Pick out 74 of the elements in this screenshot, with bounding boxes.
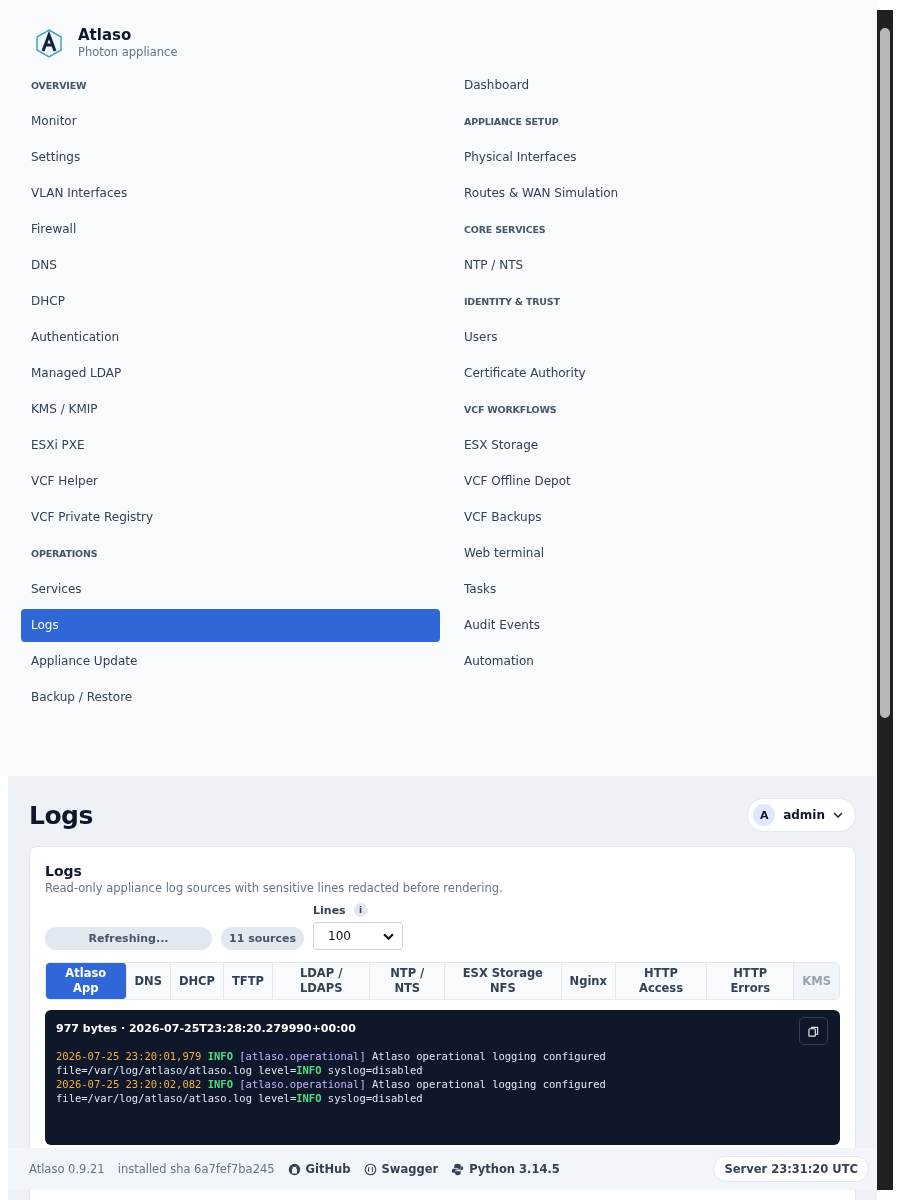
brand-subtitle: Photon appliance bbox=[78, 45, 178, 59]
chevron-down-icon bbox=[833, 812, 843, 818]
swagger-icon bbox=[363, 1162, 377, 1176]
nav-item[interactable]: Web terminal bbox=[454, 536, 874, 570]
page-title: Logs bbox=[29, 800, 93, 830]
brand-name: Atlaso bbox=[78, 26, 133, 44]
user-menu-button[interactable]: A admin bbox=[747, 798, 856, 832]
card-title: Logs bbox=[45, 863, 83, 879]
nav-section-heading: OVERVIEW bbox=[30, 79, 87, 91]
footer-link[interactable]: Swagger bbox=[363, 1162, 439, 1176]
nav-item[interactable]: Authentication bbox=[21, 320, 453, 354]
info-icon[interactable]: i bbox=[353, 903, 368, 917]
log-source-tab[interactable]: HTTP Access bbox=[615, 963, 708, 999]
logo-icon bbox=[34, 27, 64, 58]
log-source-tab[interactable]: DHCP bbox=[170, 963, 224, 999]
nav-item[interactable]: Appliance Update bbox=[21, 644, 453, 678]
nav-item[interactable]: KMS / KMIP bbox=[21, 392, 453, 426]
log-line: 2026-07-25 23:20:02,082 INFO [atlaso.operational] Atlaso operational logging configured bbox=[56, 1077, 607, 1091]
nav-item[interactable]: VLAN Interfaces bbox=[21, 176, 453, 210]
installed-sha: installed sha 6a7fef7ba245 bbox=[117, 1162, 275, 1176]
python-icon bbox=[451, 1162, 465, 1176]
nav-item[interactable]: ESXi PXE bbox=[21, 428, 453, 462]
nav-section-heading: APPLIANCE SETUP bbox=[463, 115, 559, 127]
nav-item[interactable]: Dashboard bbox=[454, 68, 874, 102]
refresh-button[interactable]: Refreshing... bbox=[45, 927, 212, 950]
copy-button[interactable] bbox=[799, 1017, 828, 1045]
nav-item[interactable]: Logs bbox=[21, 608, 440, 642]
copy-icon bbox=[808, 1025, 819, 1037]
log-source-tab[interactable]: LDAP / LDAPS bbox=[273, 963, 371, 999]
log-header: 977 bytes · 2026-07-25T23:28:20.279990+00:00 bbox=[56, 1022, 356, 1035]
nav-item[interactable]: ESX Storage bbox=[454, 428, 874, 462]
nav-item[interactable]: Physical Interfaces bbox=[454, 140, 874, 174]
log-line: file=/var/log/atlaso/atlaso.log level=INFO syslog=disabled bbox=[56, 1063, 424, 1077]
nav-section-heading: OPERATIONS bbox=[30, 547, 98, 559]
nav-section-heading: IDENTITY & TRUST bbox=[463, 295, 560, 307]
nav-item[interactable]: VCF Helper bbox=[21, 464, 453, 498]
nav-item[interactable]: VCF Offline Depot bbox=[454, 464, 874, 498]
nav-item[interactable]: Tasks bbox=[454, 572, 874, 606]
nav-item[interactable]: Settings bbox=[21, 140, 453, 174]
footer-link[interactable]: GitHub bbox=[287, 1162, 351, 1176]
app-version: Atlaso 0.9.21 bbox=[29, 1162, 105, 1176]
nav-item[interactable]: DHCP bbox=[21, 284, 453, 318]
nav-item[interactable]: Automation bbox=[454, 644, 874, 678]
log-source-tab[interactable]: Nginx bbox=[561, 963, 616, 999]
nav-item[interactable]: Users bbox=[454, 320, 874, 354]
chevron-down-icon bbox=[383, 932, 395, 940]
lines-select[interactable]: 100 bbox=[313, 922, 404, 950]
card-description: Read-only appliance log sources with sensitive lines redacted before rendering. bbox=[45, 881, 504, 895]
nav-item[interactable]: DNS bbox=[21, 248, 453, 282]
nav-item[interactable]: Monitor bbox=[21, 104, 453, 138]
log-line: file=/var/log/atlaso/atlaso.log level=INFO syslog=disabled bbox=[56, 1091, 424, 1105]
nav-item[interactable]: NTP / NTS bbox=[454, 248, 874, 282]
log-source-tab[interactable]: DNS bbox=[126, 963, 171, 999]
nav-item[interactable]: Managed LDAP bbox=[21, 356, 453, 390]
server-time: Server 23:31:20 UTC bbox=[713, 1156, 869, 1182]
nav-section-heading: VCF WORKFLOWS bbox=[463, 403, 557, 415]
nav-item[interactable]: VCF Private Registry bbox=[21, 500, 453, 534]
nav-item[interactable]: VCF Backups bbox=[454, 500, 874, 534]
nav-item[interactable]: Services bbox=[21, 572, 453, 606]
log-source-tab[interactable]: TFTP bbox=[224, 963, 273, 999]
lines-label: Lines bbox=[313, 903, 346, 917]
log-source-tab[interactable]: ESX Storage NFS bbox=[445, 963, 562, 999]
nav-item[interactable]: Firewall bbox=[21, 212, 453, 246]
nav-item[interactable]: Backup / Restore bbox=[21, 680, 453, 714]
log-source-tab[interactable]: Atlaso App bbox=[46, 963, 127, 999]
sources-count: 11 sources bbox=[221, 927, 305, 950]
nav-item[interactable]: Routes & WAN Simulation bbox=[454, 176, 874, 210]
footer-link[interactable]: Python 3.14.5 bbox=[451, 1162, 560, 1176]
github-icon bbox=[287, 1162, 301, 1176]
log-line: 2026-07-25 23:20:01,979 INFO [atlaso.operational] Atlaso operational logging configured bbox=[56, 1049, 607, 1063]
nav-section-heading: CORE SERVICES bbox=[463, 223, 546, 235]
nav-item[interactable]: Certificate Authority bbox=[454, 356, 874, 390]
log-source-tab[interactable]: NTP / NTS bbox=[370, 963, 446, 999]
nav-item[interactable]: Audit Events bbox=[454, 608, 874, 642]
